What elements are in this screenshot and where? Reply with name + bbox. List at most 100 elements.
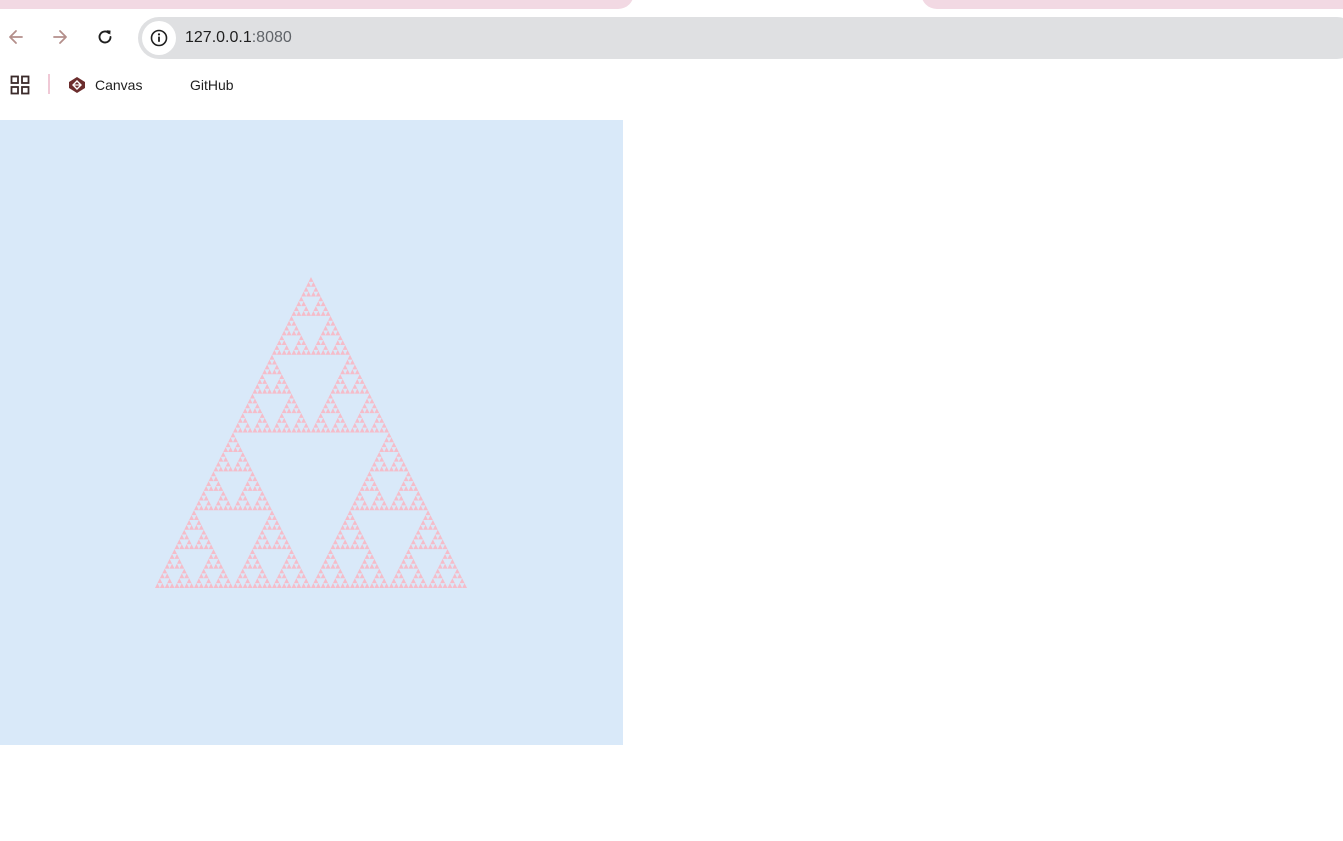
fractal-cell <box>274 345 280 350</box>
fractal-cell <box>330 408 336 414</box>
fractal-cell <box>403 563 409 569</box>
fractal-cell <box>350 427 355 433</box>
fractal-cell <box>155 583 160 588</box>
forward-button[interactable] <box>47 24 73 50</box>
fractal-cell <box>354 583 360 588</box>
fractal-cell <box>330 398 336 404</box>
fractal-cell <box>291 553 297 559</box>
fractal-cell <box>286 583 292 588</box>
fractal-cell <box>393 583 399 588</box>
fractal-cell <box>179 563 185 569</box>
fractal-cell <box>311 311 316 316</box>
fractal-cell <box>206 578 212 584</box>
fractal-cell <box>223 505 229 511</box>
fractal-cell <box>286 427 292 433</box>
fractal-cell <box>345 544 350 550</box>
fractal-cell <box>354 417 360 423</box>
fractal-cell <box>269 354 275 360</box>
site-info-button[interactable] <box>142 21 176 55</box>
fractal-cell <box>291 349 297 355</box>
fractal-cell <box>259 568 265 574</box>
bookmark-canvas[interactable]: Canvas <box>68 74 142 96</box>
fractal-cell <box>437 573 443 579</box>
drawing-canvas[interactable] <box>0 120 623 745</box>
tab-inactive-left[interactable] <box>0 0 634 9</box>
fractal-cell <box>296 427 302 433</box>
fractal-cell <box>296 408 302 414</box>
fractal-cell <box>350 524 355 530</box>
fractal-cell <box>447 583 453 588</box>
fractal-cell <box>320 340 326 346</box>
fractal-cell <box>379 495 385 501</box>
fractal-cell <box>311 281 316 287</box>
fractal-cell <box>247 505 253 511</box>
address-bar[interactable]: 127.0.0.1:8080 <box>138 17 1343 59</box>
fractal-cell <box>425 510 431 516</box>
fractal-cell <box>203 485 209 491</box>
fractal-cell <box>291 563 297 569</box>
fractal-cell <box>228 437 233 443</box>
fractal-cell <box>354 495 360 501</box>
fractal-cell <box>169 553 175 559</box>
fractal-cell <box>364 485 370 491</box>
fractal-cell <box>198 544 204 550</box>
reload-button[interactable] <box>92 24 118 50</box>
fractal-cell <box>206 558 212 564</box>
fractal-cell <box>357 413 363 418</box>
fractal-cell <box>289 315 294 321</box>
fractal-cell <box>359 563 365 569</box>
fractal-cell <box>276 427 282 433</box>
fractal-cell <box>274 539 280 545</box>
fractal-cell <box>181 529 187 535</box>
fractal-cell <box>245 422 251 428</box>
fractal-cell <box>325 320 331 326</box>
fractal-cell <box>252 398 258 404</box>
fractal-cell <box>254 558 260 564</box>
fractal-cell <box>179 544 185 550</box>
canvas-favicon-icon <box>69 77 85 93</box>
bookmark-github[interactable]: GitHub <box>190 74 234 96</box>
fractal-cell <box>291 408 297 414</box>
fractal-cell <box>410 539 416 545</box>
fractal-cell <box>342 578 348 584</box>
apps-grid-icon[interactable] <box>10 75 30 95</box>
fractal-cell <box>176 539 182 545</box>
fractal-cell <box>423 515 428 520</box>
fractal-cell <box>454 568 460 574</box>
fractal-cell <box>301 291 307 297</box>
fractal-cell <box>432 524 438 530</box>
fractal-cell <box>179 583 185 588</box>
fractal-cell <box>242 505 248 511</box>
fractal-cell <box>176 558 182 564</box>
fractal-cell <box>281 417 287 423</box>
fractal-cell <box>440 558 446 564</box>
fractal-cell <box>342 345 348 350</box>
fractal-cell <box>179 534 185 540</box>
url-host: 127.0.0.1 <box>185 29 252 46</box>
fractal-cell <box>247 466 253 472</box>
fractal-cell <box>286 553 292 559</box>
fractal-cell <box>276 583 282 588</box>
fractal-cell <box>272 515 277 520</box>
fractal-cell <box>335 330 341 336</box>
fractal-cell <box>362 422 368 428</box>
fractal-cell <box>257 544 263 550</box>
fractal-cell <box>281 563 287 569</box>
fractal-cell <box>254 481 260 486</box>
fractal-cell <box>364 398 370 404</box>
fractal-cell <box>359 379 365 384</box>
url-text[interactable]: 127.0.0.1:8080 <box>185 29 292 47</box>
fractal-cell <box>276 524 282 530</box>
fractal-cell <box>323 578 329 584</box>
fractal-cell <box>357 374 363 380</box>
fractal-cell <box>274 519 280 525</box>
tab-inactive-right[interactable] <box>921 0 1343 9</box>
fractal-cell <box>337 413 343 418</box>
fractal-cell <box>313 286 319 292</box>
fractal-cell <box>340 573 346 579</box>
fractal-cell <box>208 563 214 569</box>
fractal-cell <box>284 403 290 409</box>
fractal-cell <box>332 422 338 428</box>
back-button[interactable] <box>3 24 29 50</box>
fractal-cell <box>337 568 343 574</box>
